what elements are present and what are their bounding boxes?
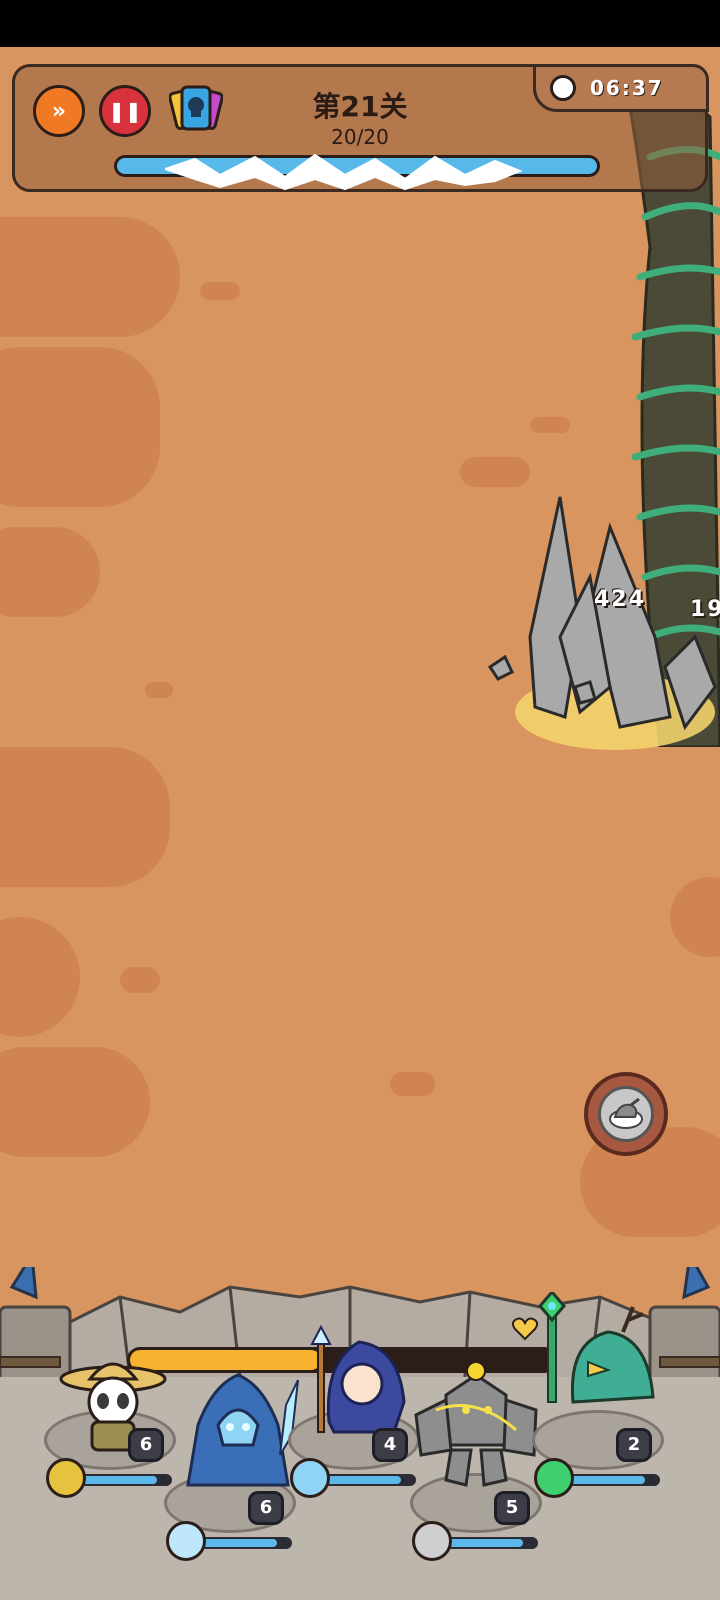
- sand-patch: [0, 1047, 150, 1157]
- rock-element-icon: [412, 1521, 452, 1561]
- top-hud: » ❚❚ 第21关 20/20 06:37: [12, 64, 709, 192]
- hero-level-badge: 5: [494, 1491, 530, 1525]
- rock-spike-attack: [487, 496, 717, 750]
- sand-patch: [530, 417, 570, 433]
- hero-hp-fill: [202, 1539, 277, 1547]
- clock-icon: [550, 75, 576, 101]
- ice-element-icon: [290, 1458, 330, 1498]
- hero-slot-panda[interactable]: 6: [40, 1362, 180, 1498]
- ice-element-icon: [166, 1521, 206, 1561]
- damage-number: 19: [690, 597, 720, 622]
- hero-hp-fill: [82, 1476, 157, 1484]
- hero-hp-bar: [568, 1474, 660, 1486]
- nature-bird-sprite: [538, 1292, 655, 1404]
- sand-patch: [0, 747, 170, 887]
- hero-level-badge: 2: [616, 1428, 652, 1462]
- sand-patch: [0, 217, 180, 337]
- sand-patch: [120, 967, 160, 993]
- nature-element-icon: [534, 1458, 574, 1498]
- battlefield: 424 19 » ❚❚ 第21关 20/20 06:37 6 6 4 5 2: [0, 47, 720, 1600]
- stone-golem-sprite: [414, 1361, 538, 1487]
- sand-patch: [0, 527, 100, 617]
- hero-hp-bar: [200, 1537, 292, 1549]
- sand-patch: [460, 457, 530, 487]
- hero-level-badge: 6: [128, 1428, 164, 1462]
- lightning-element-icon: [46, 1458, 86, 1498]
- timer-text: 06:37: [590, 76, 664, 100]
- sand-patch: [0, 347, 160, 507]
- sand-patch: [0, 917, 80, 1037]
- sand-patch: [145, 682, 173, 698]
- hero-level-badge: 4: [372, 1428, 408, 1462]
- hero-slot-ice-mage[interactable]: 4: [284, 1324, 424, 1498]
- ice-mage-sprite: [310, 1324, 406, 1434]
- game-timer: 06:37: [533, 64, 709, 112]
- roast-meat-icon: [598, 1086, 654, 1142]
- hero-hp-fill: [570, 1476, 645, 1484]
- sand-patch: [390, 1072, 435, 1096]
- sand-patch: [200, 282, 240, 300]
- hero-hp-bar: [80, 1474, 172, 1486]
- damage-number: 424: [594, 587, 646, 612]
- hero-hp-bar: [446, 1537, 538, 1549]
- lightning-effect: [165, 153, 523, 191]
- hero-slot-nature-bird[interactable]: 2: [528, 1292, 668, 1498]
- hero-level-badge: 6: [248, 1491, 284, 1525]
- hero-slot-ice-knight[interactable]: 6: [160, 1373, 300, 1561]
- sand-patch: [670, 877, 720, 957]
- hero-hp-bar: [324, 1474, 416, 1486]
- hero-hp-fill: [448, 1539, 523, 1547]
- food-skill-button[interactable]: [584, 1072, 668, 1156]
- hero-hp-fill: [326, 1476, 401, 1484]
- hero-slot-stone-golem[interactable]: 5: [406, 1361, 546, 1561]
